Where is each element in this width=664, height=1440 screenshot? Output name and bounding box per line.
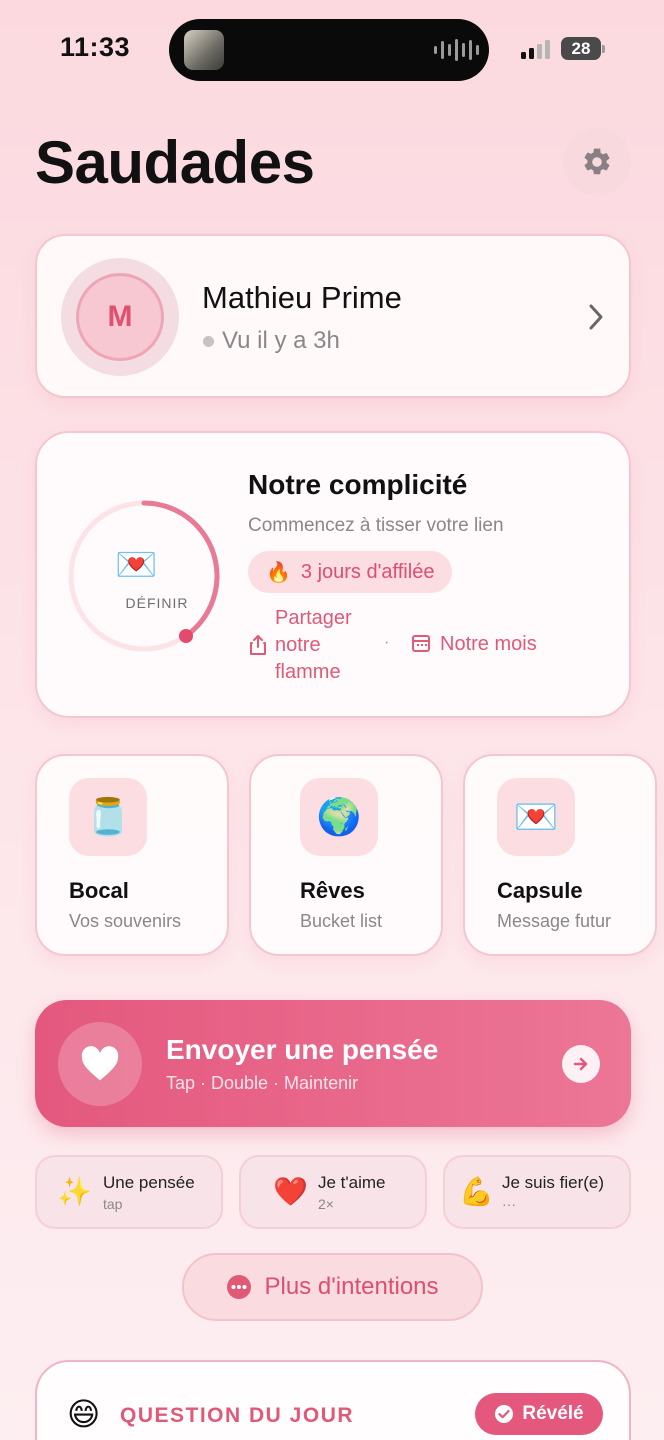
complicity-subtitle: Commencez à tisser votre lien [248, 515, 504, 536]
jar-icon: 🫙 [69, 778, 147, 856]
revealed-label: Révélé [522, 1403, 584, 1424]
flexed-biceps-icon: 💪 [459, 1176, 494, 1207]
complicity-title: Notre complicité [248, 469, 468, 500]
revealed-badge[interactable]: Révélé [475, 1393, 603, 1435]
complicity-card: 💌 DÉFINIR Notre complicité Commencez à t… [35, 431, 631, 718]
link-separator: · [384, 634, 390, 651]
battery-cap [602, 45, 605, 53]
share-flame-link[interactable]: Partager notre flamme [275, 605, 385, 686]
flame-icon: 🔥 [266, 561, 291, 584]
tile-subtitle: Bucket list [300, 911, 383, 931]
cellular-signal-icon [521, 40, 550, 59]
tile-title: Capsule [497, 878, 583, 903]
question-of-the-day-card[interactable]: 😄 QUESTION DU JOUR Révélé [35, 1360, 631, 1440]
more-intentions-label: Plus d'intentions [264, 1273, 439, 1300]
red-heart-icon: ❤️ [273, 1176, 308, 1207]
more-dots-icon [227, 1275, 252, 1299]
chip-title: Une pensée [103, 1173, 195, 1192]
send-subtitle: Tap · Double · Maintenir [166, 1073, 359, 1093]
tile-subtitle: Message futur [497, 911, 612, 931]
page-title: Saudades [35, 129, 315, 196]
chip-subtitle: ··· [502, 1196, 516, 1212]
avatar-initial: M [76, 273, 164, 361]
grinning-face-icon: 😄 [67, 1396, 101, 1432]
send-thought-button[interactable]: Envoyer une pensée Tap · Double · Mainte… [35, 1000, 631, 1127]
tile-subtitle: Vos souvenirs [69, 911, 182, 931]
streak-badge: 🔥 3 jours d'affilée [248, 551, 453, 593]
envelope-heart-icon: 💌 [497, 778, 575, 856]
tile-capsule[interactable]: 💌 Capsule Message futur [463, 754, 657, 956]
settings-button[interactable] [563, 128, 631, 196]
heart-icon [58, 1022, 142, 1106]
chip-une-pensee[interactable]: ✨ Une pensée tap [35, 1155, 223, 1229]
partner-name: Mathieu Prime [202, 280, 402, 315]
chevron-right-icon [589, 304, 603, 330]
chip-title: Je suis fier(e) [502, 1173, 605, 1192]
ring-define-label: DÉFINIR [125, 595, 189, 611]
presence-dot [203, 336, 214, 347]
tile-reves[interactable]: 🌍 Rêves Bucket list [249, 754, 443, 956]
status-time: 11:33 [60, 32, 131, 62]
battery-level: 28 [571, 38, 591, 58]
chip-je-t-aime[interactable]: ❤️ Je t'aime 2× [239, 1155, 427, 1229]
chip-title: Je t'aime [318, 1173, 386, 1192]
partner-card[interactable]: M Mathieu Prime Vu il y a 3h [35, 234, 631, 398]
tile-title: Bocal [69, 878, 129, 903]
tile-title: Rêves [300, 878, 365, 903]
battery-icon: 28 [561, 37, 601, 60]
share-icon [250, 635, 266, 655]
globe-icon: 🌍 [300, 778, 378, 856]
streak-text: 3 jours d'affilée [300, 560, 435, 583]
our-month-link[interactable]: Notre mois [440, 633, 537, 656]
audio-waveform-icon [434, 38, 479, 62]
calendar-icon [412, 635, 430, 652]
arrow-right-icon [562, 1045, 600, 1083]
last-seen: Vu il y a 3h [222, 327, 340, 354]
gear-icon [584, 148, 610, 175]
sparkles-icon: ✨ [57, 1176, 92, 1207]
now-playing-artwork [184, 30, 224, 70]
more-intentions-button[interactable]: Plus d'intentions [182, 1253, 483, 1321]
avatar: M [61, 258, 179, 376]
check-circle-icon [495, 1405, 514, 1423]
envelope-heart-icon: 💌 [115, 546, 158, 584]
chip-subtitle: 2× [318, 1196, 334, 1212]
send-title: Envoyer une pensée [166, 1034, 439, 1065]
chip-subtitle: tap [103, 1196, 123, 1212]
tile-bocal[interactable]: 🫙 Bocal Vos souvenirs [35, 754, 229, 956]
chip-je-suis-fier[interactable]: 💪 Je suis fier(e) ··· [443, 1155, 631, 1229]
question-title: QUESTION DU JOUR [120, 1404, 355, 1427]
